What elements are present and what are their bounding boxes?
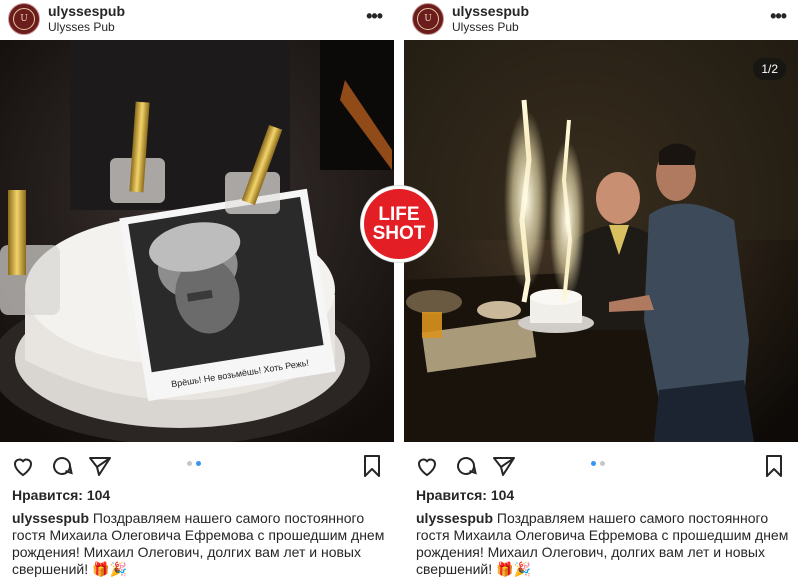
comment-icon[interactable] (50, 454, 74, 478)
bookmark-icon[interactable] (762, 454, 786, 478)
heart-icon[interactable] (11, 454, 35, 478)
avatar[interactable]: U (412, 3, 444, 35)
more-icon[interactable]: ••• (770, 6, 787, 27)
comment-icon[interactable] (454, 454, 478, 478)
caption: ulyssespub Поздравляем нашего самого пос… (12, 510, 387, 578)
location[interactable]: Ulysses Pub (48, 20, 115, 34)
post-header: U ulyssespub Ulysses Pub ••• (0, 0, 394, 40)
post-right: U ulyssespub Ulysses Pub ••• 1/2 Нравитс… (404, 0, 798, 583)
carousel-dot (600, 461, 605, 466)
location[interactable]: Ulysses Pub (452, 20, 519, 34)
share-icon[interactable] (492, 454, 516, 478)
caption-username[interactable]: ulyssespub (416, 510, 493, 526)
username[interactable]: ulyssespub (48, 3, 125, 19)
carousel-dots (591, 461, 605, 466)
more-icon[interactable]: ••• (366, 6, 383, 27)
post-photo[interactable]: Врёшь! Не возьмёшь! Хоть Режь! (0, 40, 394, 442)
post-left: U ulyssespub Ulysses Pub ••• Врёшь! Не в… (0, 0, 394, 583)
carousel-dot-active (196, 461, 201, 466)
caption: ulyssespub Поздравляем нашего самого пос… (416, 510, 791, 578)
lifeshot-line1: LIFE (378, 204, 420, 225)
bookmark-icon[interactable] (360, 454, 384, 478)
username[interactable]: ulyssespub (452, 3, 529, 19)
avatar-logo: U (13, 8, 35, 30)
caption-username[interactable]: ulyssespub (12, 510, 89, 526)
carousel-dots (187, 461, 201, 466)
lifeshot-line2: SHOT (372, 223, 426, 244)
post-photo[interactable] (404, 40, 798, 442)
carousel-dot-active (591, 461, 596, 466)
likes-count[interactable]: Нравится: 104 (12, 487, 110, 503)
carousel-dot (187, 461, 192, 466)
divider (395, 0, 403, 583)
avatar-logo: U (417, 8, 439, 30)
share-icon[interactable] (88, 454, 112, 478)
party-photo (404, 40, 798, 442)
cake-photo: Врёшь! Не возьмёшь! Хоть Режь! (0, 40, 394, 442)
image-counter: 1/2 (753, 58, 786, 80)
likes-count[interactable]: Нравится: 104 (416, 487, 514, 503)
post-header: U ulyssespub Ulysses Pub ••• (404, 0, 798, 40)
avatar[interactable]: U (8, 3, 40, 35)
lifeshot-logo: LIFE SHOT (361, 186, 437, 262)
heart-icon[interactable] (415, 454, 439, 478)
